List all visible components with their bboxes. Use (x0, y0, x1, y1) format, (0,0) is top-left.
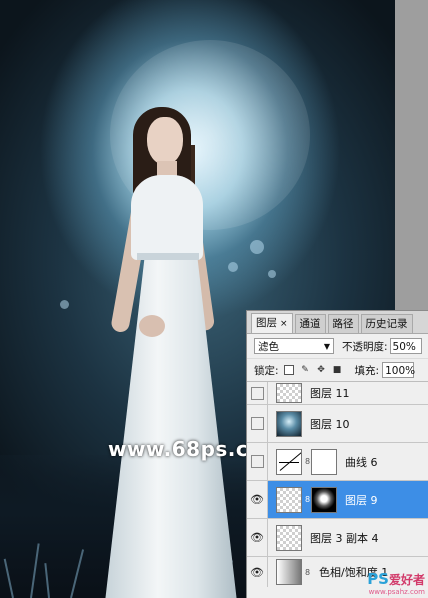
tab-history[interactable]: 历史记录 (360, 314, 413, 333)
eye-off-icon (250, 417, 264, 430)
tab-label: 图层 (256, 317, 277, 329)
lock-label: 锁定: (254, 364, 279, 377)
tab-label: 历史记录 (365, 318, 408, 330)
eye-icon: 👁 (250, 565, 264, 579)
tab-label: 通道 (299, 318, 321, 330)
visibility-toggle[interactable]: 👁 (247, 481, 268, 518)
tab-layers[interactable]: 图层 × (251, 313, 293, 333)
grass-blade (30, 543, 40, 598)
layer-row-selected[interactable]: 👁 8 图层 9 (247, 481, 428, 519)
eye-icon: 👁 (250, 493, 264, 506)
logo-cn: 爱好者 (388, 573, 425, 587)
layer-name: 曲线 6 (345, 455, 378, 469)
logo-url: www.psahz.com (368, 588, 425, 596)
eye-off-icon (250, 386, 264, 400)
layer-name: 图层 3 副本 4 (310, 531, 379, 545)
visibility-toggle[interactable] (247, 382, 268, 404)
eye-off-icon (250, 455, 264, 468)
layers-list: 图层 11 图层 10 8 曲线 6 👁 8 图层 9 👁 图层 3 副本 4 … (247, 382, 428, 587)
bokeh-light (250, 240, 264, 254)
bokeh-light (268, 270, 276, 278)
lock-row: 锁定: ✎ ✥ ■ 填充: 100% (247, 359, 428, 382)
layer-row[interactable]: 👁 图层 3 副本 4 (247, 519, 428, 557)
curves-adjustment-icon (276, 448, 302, 475)
layer-thumbnail (276, 524, 302, 551)
layer-thumbnail (276, 383, 302, 403)
layer-thumbnail (276, 410, 302, 437)
opacity-label: 不透明度: (342, 340, 388, 353)
grass-blade (70, 549, 85, 598)
lock-icon[interactable]: ■ (332, 365, 343, 376)
site-logo: PS爱好者 www.psahz.com (367, 570, 425, 596)
woman-figure (95, 105, 245, 598)
tab-channels[interactable]: 通道 (294, 314, 326, 333)
bokeh-light (60, 300, 69, 309)
chevron-down-icon: ▼ (323, 342, 330, 351)
hands (139, 315, 165, 337)
layer-name: 图层 11 (310, 387, 350, 400)
blend-row: 滤色 ▼ 不透明度: 50% (247, 334, 428, 359)
fill-label: 填充: (354, 364, 380, 377)
logo-ps: PS (367, 570, 389, 588)
lock-transparent-pixels-icon[interactable] (284, 365, 295, 376)
layers-panel: 图层 × 通道 路径 历史记录 滤色 ▼ 不透明度: 50% 锁定: ✎ ✥ ■ … (246, 310, 428, 598)
layer-thumbnail (276, 486, 302, 513)
panel-tabs: 图层 × 通道 路径 历史记录 (247, 311, 428, 334)
layer-name: 图层 9 (345, 493, 378, 507)
visibility-toggle[interactable] (247, 405, 268, 442)
visibility-toggle[interactable]: 👁 (247, 557, 268, 587)
workspace-background (395, 0, 428, 310)
eye-icon: 👁 (250, 531, 264, 544)
hue-saturation-adjustment-icon (276, 559, 302, 585)
layer-name: 图层 10 (310, 417, 350, 431)
move-icon[interactable]: ✥ (316, 365, 327, 376)
layer-mask-thumbnail[interactable] (311, 486, 337, 513)
visibility-toggle[interactable]: 👁 (247, 519, 268, 556)
fill-input[interactable]: 100% (382, 362, 415, 378)
grass-blade (3, 558, 14, 598)
blend-mode-select[interactable]: 滤色 ▼ (254, 338, 334, 354)
tab-label: 路径 (332, 318, 354, 330)
visibility-toggle[interactable] (247, 443, 268, 480)
layer-row[interactable]: 图层 10 (247, 405, 428, 443)
blend-mode-value: 滤色 (258, 341, 279, 353)
face (147, 117, 183, 165)
dress-belt (137, 253, 199, 260)
layer-mask-thumbnail[interactable] (311, 448, 337, 475)
chain-link-icon[interactable]: 8 (305, 568, 311, 577)
tab-paths[interactable]: 路径 (327, 314, 359, 333)
layer-row[interactable]: 8 曲线 6 (247, 443, 428, 481)
layer-row[interactable]: 图层 11 (247, 382, 428, 405)
close-icon[interactable]: × (280, 319, 288, 329)
opacity-input[interactable]: 50% (389, 338, 422, 354)
grass-blade (44, 563, 50, 598)
brush-icon[interactable]: ✎ (300, 365, 311, 376)
dress-top (131, 175, 203, 260)
